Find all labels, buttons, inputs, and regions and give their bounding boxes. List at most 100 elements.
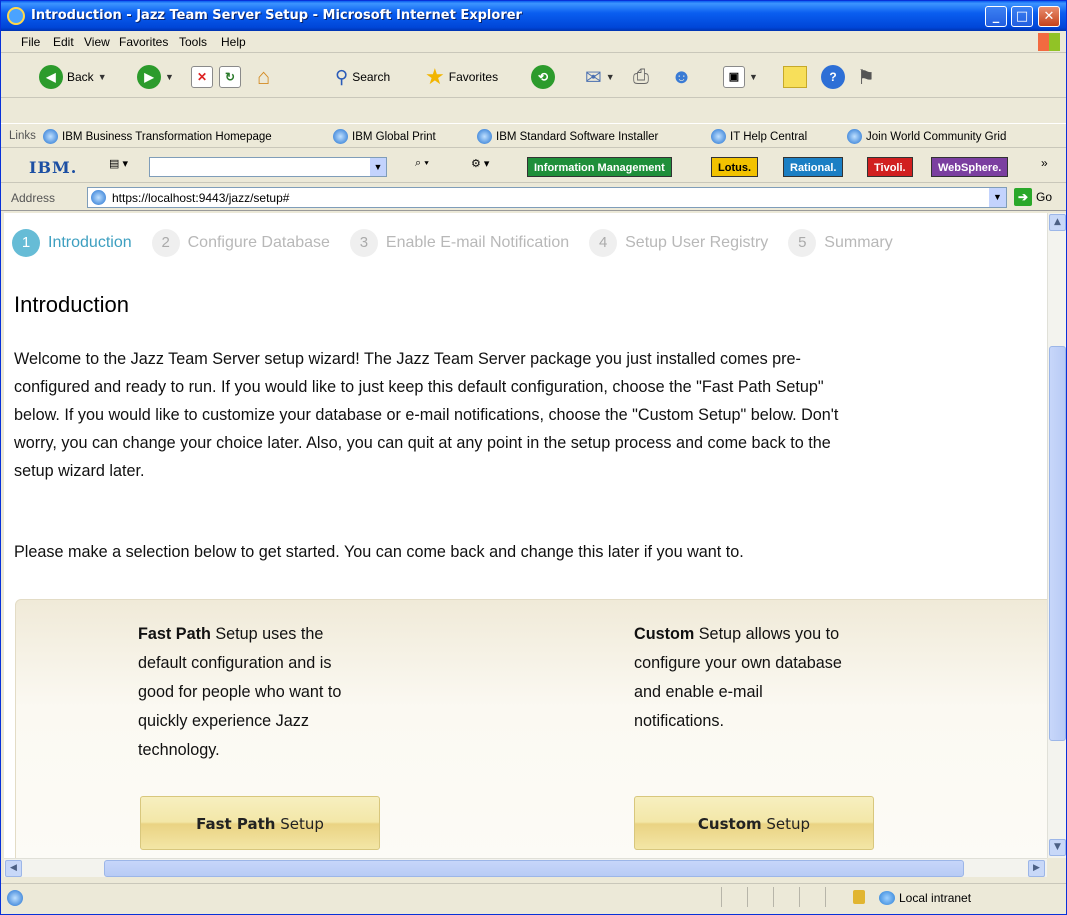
favorites-button[interactable]: ★ Favorites — [425, 64, 498, 90]
pill-rational[interactable]: Rational. — [783, 157, 844, 177]
ibm-tools-icon[interactable]: ⚙ ▾ — [471, 157, 489, 170]
forward-arrow-icon: ▶ — [137, 65, 161, 89]
link-ibm-standard-software-installer[interactable]: IBM Standard Software Installer — [477, 129, 658, 144]
menu-tools[interactable]: Tools — [179, 35, 207, 49]
step-enable-email-notification[interactable]: 3 Enable E-mail Notification — [349, 229, 569, 257]
link-ibm-global-print[interactable]: IBM Global Print — [333, 129, 436, 144]
scroll-down-icon[interactable]: ▼ — [1049, 839, 1066, 856]
setup-options-panel: Fast Path Setup uses the default configu… — [15, 599, 1047, 858]
scroll-left-icon[interactable]: ◀ — [5, 860, 22, 877]
scroll-right-icon[interactable]: ▶ — [1028, 860, 1045, 877]
home-button[interactable]: ⌂ — [257, 64, 270, 90]
standard-toolbar: ◀ Back ▼ ▶ ▼ ✕ ↻ ⌂ ⚲ Search ★ Favorites … — [1, 54, 1066, 98]
step-number: 5 — [788, 229, 817, 257]
step-setup-user-registry[interactable]: 4 Setup User Registry — [589, 229, 768, 257]
link-it-help-central[interactable]: IT Help Central — [711, 129, 807, 144]
step-label: Introduction — [48, 234, 132, 251]
back-label: Back — [67, 70, 94, 84]
chevron-down-icon[interactable]: ▼ — [989, 188, 1006, 207]
forward-dropdown-icon[interactable]: ▼ — [165, 72, 174, 82]
wizard-steps: 1 Introduction 2 Configure Database 3 En… — [12, 229, 913, 257]
vertical-scroll-thumb[interactable] — [1049, 346, 1066, 741]
menu-help[interactable]: Help — [221, 35, 246, 49]
edit-button[interactable]: ▣ ▼ — [723, 64, 758, 90]
refresh-icon: ↻ — [219, 66, 241, 88]
pill-tivoli[interactable]: Tivoli. — [867, 157, 913, 177]
ibm-search-icon[interactable]: ⌕ ▾ — [415, 157, 429, 170]
fast-path-desc-line: quickly experience Jazz — [138, 712, 309, 730]
step-summary[interactable]: 5 Summary — [788, 229, 893, 257]
chevron-down-icon[interactable]: ▼ — [370, 158, 386, 176]
step-number: 1 — [12, 229, 40, 257]
back-arrow-icon: ◀ — [39, 65, 63, 89]
pill-information-management[interactable]: Information Management — [527, 157, 672, 177]
lock-icon — [853, 890, 865, 904]
history-button[interactable]: ⟲ — [531, 64, 555, 90]
menu-edit[interactable]: Edit — [53, 35, 74, 49]
search-button[interactable]: ⚲ Search — [335, 64, 390, 90]
print-button[interactable]: ⎙ — [633, 64, 649, 90]
welcome-line: Welcome to the Jazz Team Server setup wi… — [14, 350, 801, 368]
mail-dropdown-icon[interactable]: ▼ — [606, 72, 615, 82]
refresh-button[interactable]: ↻ — [219, 64, 241, 90]
address-input[interactable]: https://localhost:9443/jazz/setup# ▼ — [87, 187, 1007, 208]
forward-button[interactable]: ▶ ▼ — [137, 64, 174, 90]
ibm-menu-icon[interactable]: ▤ ▾ — [109, 157, 128, 170]
go-button[interactable]: ➔ Go — [1014, 188, 1052, 206]
back-button[interactable]: ◀ Back ▼ — [39, 64, 107, 90]
horizontal-scroll-thumb[interactable] — [104, 860, 964, 877]
menu-view[interactable]: View — [84, 35, 110, 49]
scroll-up-icon[interactable]: ▲ — [1049, 214, 1066, 231]
star-icon: ★ — [425, 64, 445, 89]
button-label: Setup — [275, 815, 324, 833]
link-label: IT Help Central — [730, 130, 808, 143]
link-join-world-community-grid[interactable]: Join World Community Grid — [847, 129, 1006, 144]
fast-path-desc-line: technology. — [138, 741, 220, 759]
help-button[interactable]: ? — [821, 64, 845, 90]
stop-button[interactable]: ✕ — [191, 64, 213, 90]
ie-page-icon — [847, 129, 862, 144]
ibm-logo[interactable]: IBM. — [29, 158, 77, 177]
fast-path-setup-button[interactable]: Fast Path Setup — [140, 796, 380, 850]
button-bold-label: Fast Path — [196, 815, 276, 833]
close-button[interactable]: ✕ — [1038, 6, 1060, 27]
link-ibm-business-transformation[interactable]: IBM Business Transformation Homepage — [43, 129, 272, 144]
step-configure-database[interactable]: 2 Configure Database — [151, 229, 330, 257]
ie-page-icon — [477, 129, 492, 144]
back-dropdown-icon[interactable]: ▼ — [98, 72, 107, 82]
edit-dropdown-icon[interactable]: ▼ — [749, 72, 758, 82]
ibm-search-combo[interactable]: ▼ — [149, 157, 387, 177]
link-label: IBM Global Print — [352, 130, 436, 143]
notes-button[interactable] — [783, 64, 807, 90]
horizontal-scrollbar[interactable]: ◀ ▶ — [4, 858, 1047, 877]
toolbar-overflow-icon[interactable]: » — [1041, 156, 1048, 170]
button-label: Setup — [761, 815, 811, 833]
custom-setup-button[interactable]: Custom Setup — [634, 796, 874, 850]
stop-icon: ✕ — [191, 66, 213, 88]
status-divider — [773, 887, 774, 907]
vertical-scrollbar[interactable]: ▲ ▼ — [1047, 213, 1066, 858]
custom-title: Custom — [634, 625, 695, 643]
page-content: 1 Introduction 2 Configure Database 3 En… — [4, 213, 1047, 858]
research-button[interactable]: ⚑ — [857, 64, 875, 90]
status-bar: Local intranet — [1, 883, 1066, 914]
selection-instructions: Please make a selection below to get sta… — [14, 543, 744, 561]
step-introduction[interactable]: 1 Introduction — [12, 229, 132, 257]
menu-favorites[interactable]: Favorites — [119, 35, 168, 49]
mail-button[interactable]: ✉ ▼ — [585, 64, 615, 90]
security-zone: Local intranet — [879, 891, 971, 905]
menu-bar: File Edit View Favorites Tools Help — [1, 31, 1066, 53]
pill-websphere[interactable]: WebSphere. — [931, 157, 1009, 177]
menu-file[interactable]: File — [21, 35, 40, 49]
print-icon: ⎙ — [633, 65, 649, 88]
favorites-label: Favorites — [448, 70, 499, 84]
minimize-button[interactable]: _ — [985, 6, 1007, 27]
custom-desc-line: and enable e-mail — [634, 683, 763, 701]
maximize-button[interactable]: □ — [1011, 6, 1033, 27]
messenger-button[interactable]: ☻ — [671, 64, 692, 90]
welcome-line: configured and ready to run. If you woul… — [14, 378, 824, 396]
pill-lotus[interactable]: Lotus. — [711, 157, 758, 177]
messenger-icon: ☻ — [671, 65, 693, 88]
address-url[interactable]: https://localhost:9443/jazz/setup# — [112, 191, 289, 205]
go-arrow-icon: ➔ — [1014, 188, 1032, 206]
